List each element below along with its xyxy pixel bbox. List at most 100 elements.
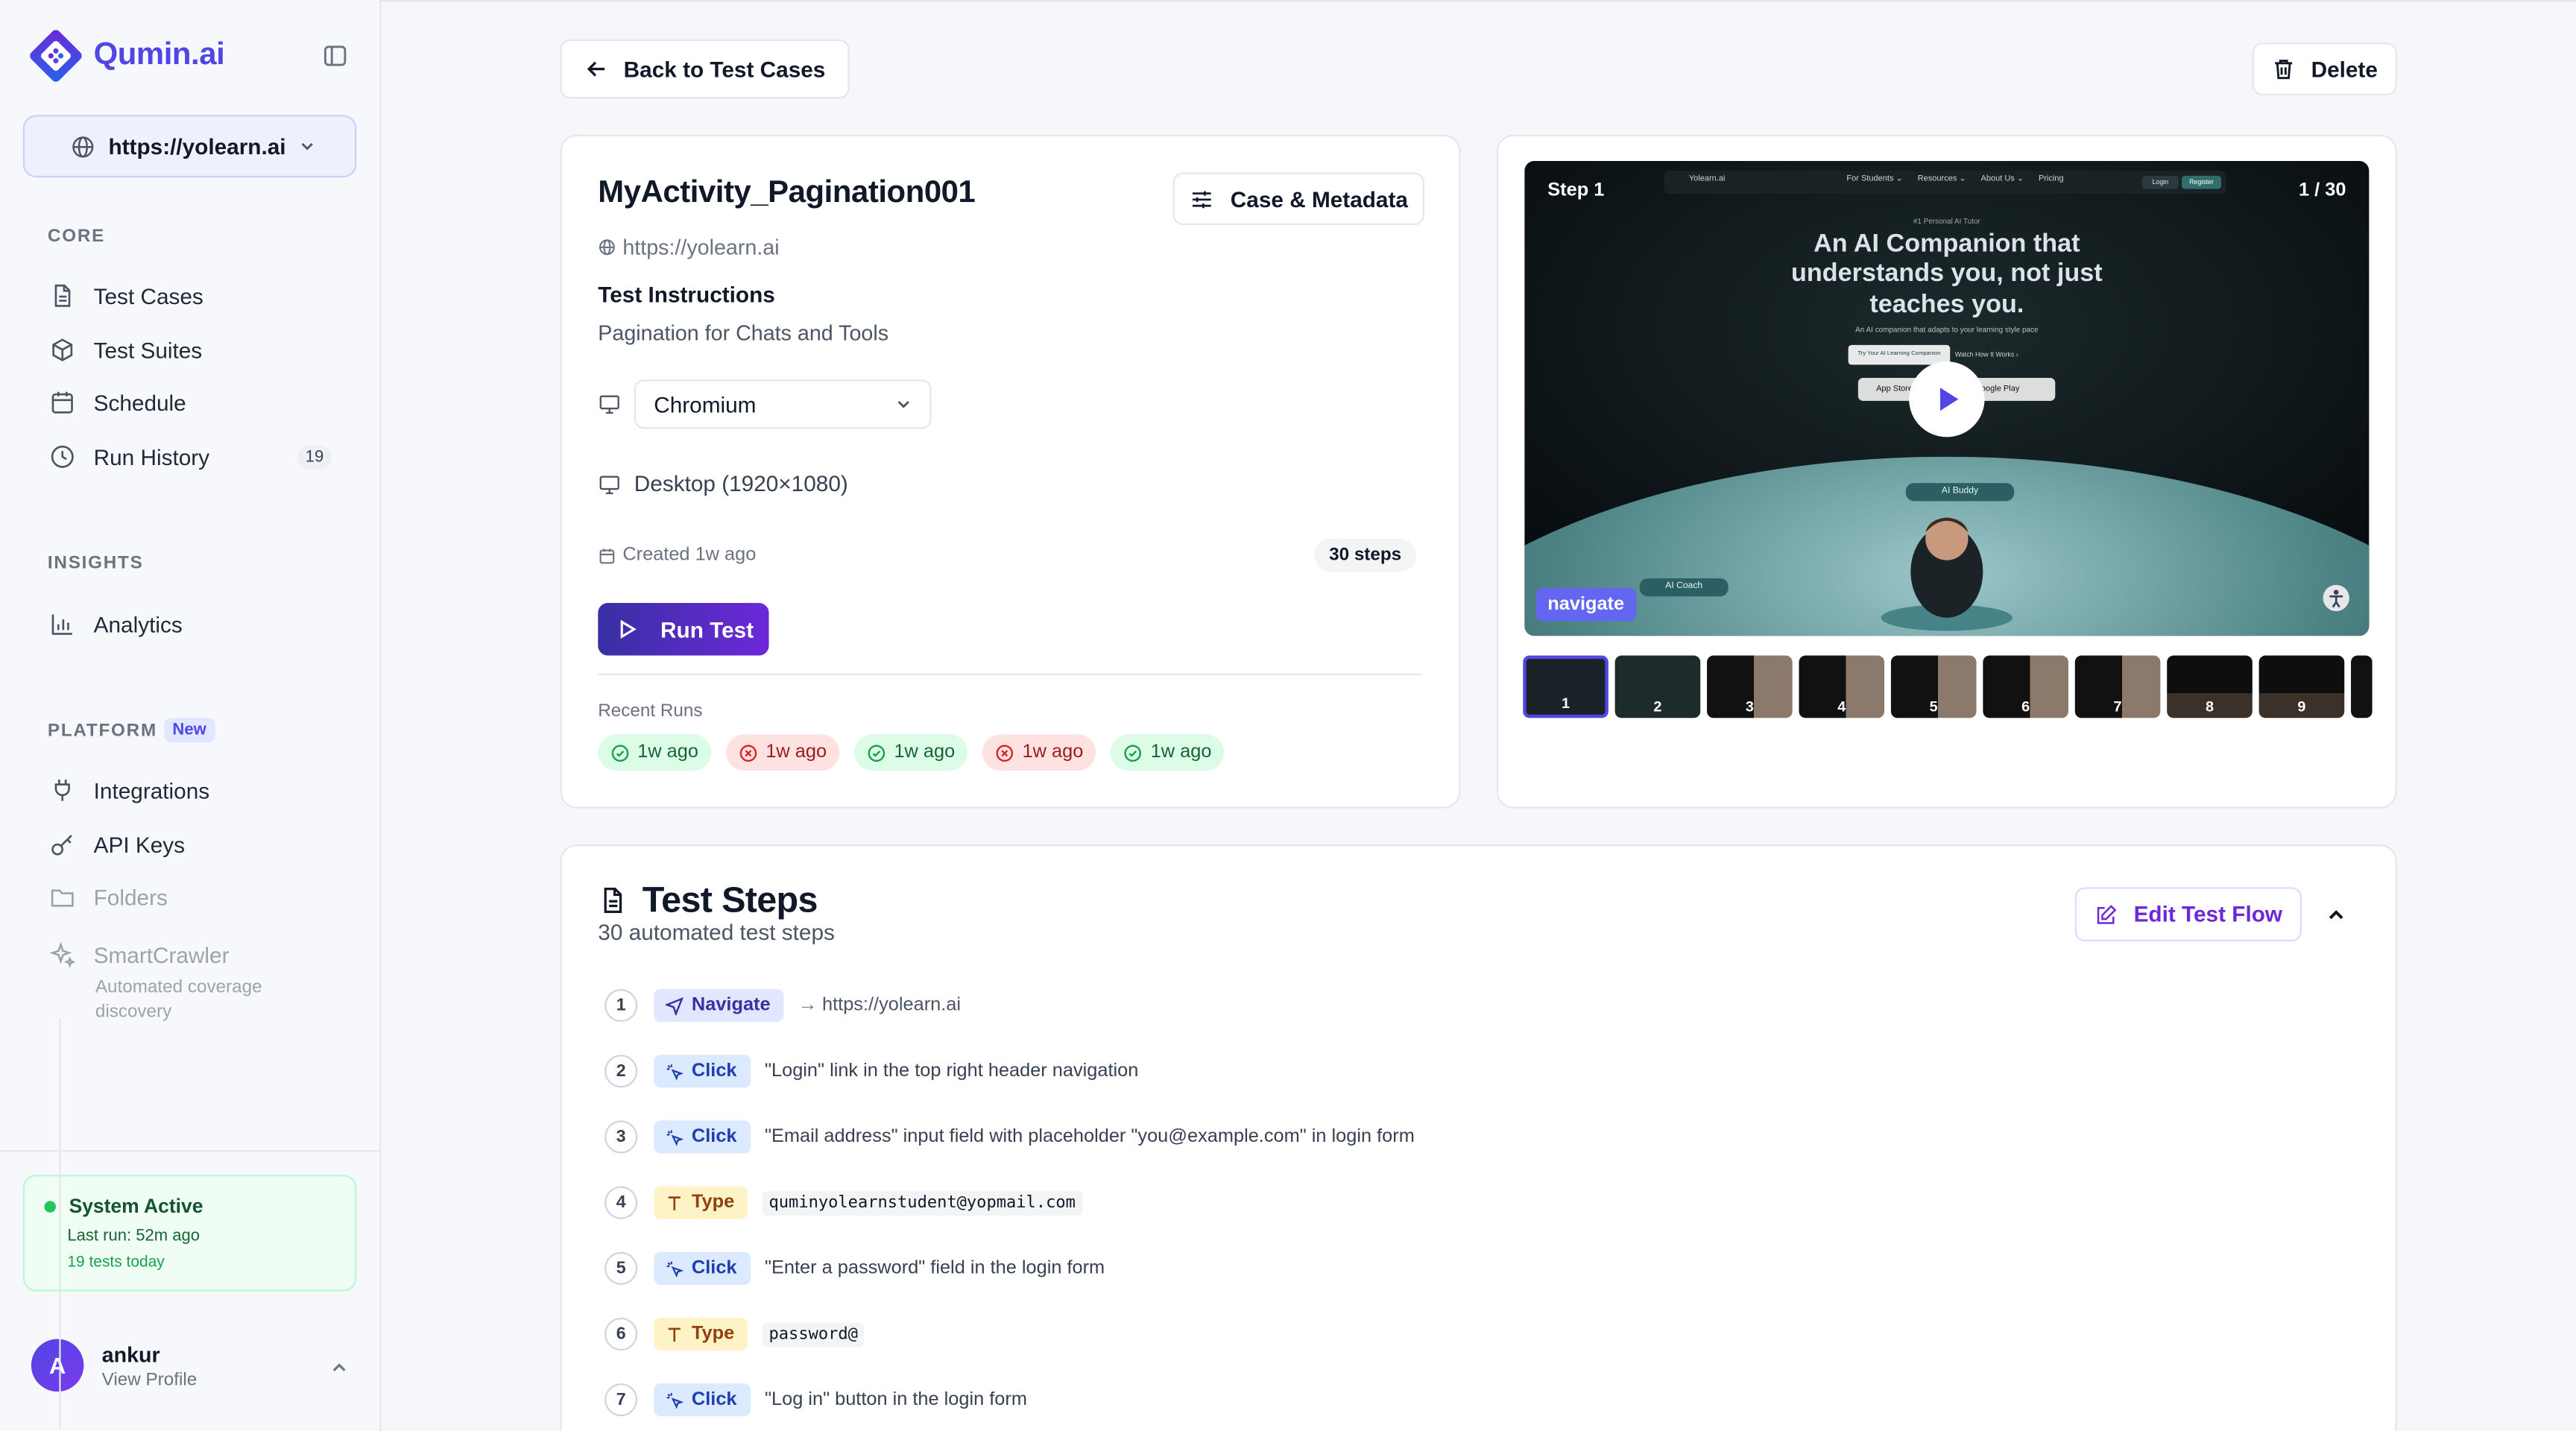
calendar-icon	[599, 548, 615, 563]
pointer-click-icon	[666, 1260, 684, 1277]
arrow-left-icon	[586, 61, 604, 77]
file-icon	[54, 284, 71, 307]
site-selector[interactable]: https://yolearn.ai	[22, 115, 357, 178]
sidebar-item-smartcrawler[interactable]: SmartCrawler	[49, 932, 341, 978]
action-badge-click: Click	[654, 1383, 751, 1417]
action-label: Type	[691, 1324, 735, 1345]
back-button[interactable]: Back to Test Cases	[560, 39, 850, 99]
step-number: 1	[604, 989, 638, 1023]
action-badge-type: Type	[654, 1317, 748, 1351]
folder-icon	[51, 889, 74, 907]
site-nav-links: For Students ⌄ Resources ⌄ About Us ⌄ Pr…	[1846, 174, 2063, 184]
step-row[interactable]: 4 Type quminyolearnstudent@yopmail.com	[604, 1183, 1082, 1222]
thumbnail-number: 5	[1929, 698, 1938, 715]
thumbnail-number: 2	[1653, 698, 1662, 715]
step-screenshot[interactable]: Yolearn.ai For Students ⌄ Resources ⌄ Ab…	[1524, 161, 2370, 636]
thumbnail-number: 1	[1561, 695, 1570, 712]
site-nav-register: Register	[2189, 177, 2214, 186]
run-test-label: Run Test	[660, 616, 754, 642]
accessibility-icon[interactable]	[2321, 584, 2351, 613]
test-steps-title: Test Steps	[598, 879, 818, 921]
sidebar-item-label: Schedule	[93, 390, 186, 415]
thumbnail[interactable]: 2	[1614, 655, 1701, 718]
thumbnail[interactable]: 9	[2258, 655, 2345, 718]
sidebar-item-folders[interactable]: Folders	[49, 874, 341, 920]
brand-logo[interactable]: Qumin.ai	[26, 26, 225, 85]
check-circle-icon	[1125, 744, 1142, 761]
site-nav-brand: Yolearn.ai	[1688, 174, 1726, 184]
run-pill-pass[interactable]: 1w ago	[854, 734, 968, 771]
sidebar-toggle-icon[interactable]	[322, 42, 348, 69]
thumbnail[interactable]: 7	[2074, 655, 2161, 718]
step-row[interactable]: 7 Click "Log in" button in the login for…	[604, 1380, 1027, 1420]
step-row[interactable]: 2 Click "Login" link in the top right he…	[604, 1052, 1138, 1091]
sidebar-item-test-cases[interactable]: Test Cases	[49, 273, 341, 319]
system-status-card: System Active Last run: 52m ago 19 tests…	[22, 1175, 357, 1292]
step-row[interactable]: 1 Navigate → https://yolearn.ai	[604, 986, 961, 1026]
browser-row: Chromium	[598, 379, 932, 429]
monitor-icon	[599, 395, 619, 414]
pointer-click-icon	[666, 1392, 684, 1409]
play-icon	[1940, 388, 1959, 411]
plug-icon	[54, 779, 70, 801]
package-icon	[52, 338, 73, 361]
back-button-label: Back to Test Cases	[623, 57, 826, 82]
run-pill-fail[interactable]: 1w ago	[726, 734, 840, 771]
sidebar-item-run-history[interactable]: Run History 19	[49, 434, 341, 480]
file-text-icon	[604, 888, 622, 913]
run-pill-fail[interactable]: 1w ago	[982, 734, 1096, 771]
thumbnail[interactable]: 3	[1707, 655, 1793, 718]
thumbnail[interactable]: 5	[1890, 655, 1977, 718]
run-test-button[interactable]: Run Test	[598, 603, 769, 656]
case-metadata-label: Case & Metadata	[1230, 186, 1408, 212]
hero-line-1: An AI Companion that	[1813, 230, 2080, 259]
section-label-insights: INSIGHTS	[47, 553, 144, 574]
test-steps-title-text: Test Steps	[642, 879, 818, 920]
step-description: "Log in" button in the login form	[765, 1389, 1027, 1410]
play-button[interactable]	[1909, 361, 1985, 437]
browser-select[interactable]: Chromium	[634, 379, 932, 429]
step-row[interactable]: 5 Click "Enter a password" field in the …	[604, 1248, 1105, 1288]
globe-icon	[72, 136, 94, 157]
sidebar-item-analytics[interactable]: Analytics	[49, 601, 341, 648]
sidebar-item-integrations[interactable]: Integrations	[49, 767, 341, 813]
thumbnail[interactable]: 4	[1799, 655, 1885, 718]
step-row[interactable]: 6 Type password@	[604, 1315, 865, 1354]
trash-icon	[2274, 60, 2292, 80]
step-label: Step 1	[1547, 180, 1605, 200]
run-pill-pass[interactable]: 1w ago	[598, 734, 712, 771]
user-profile[interactable]: A ankur View Profile	[31, 1339, 353, 1392]
ai-buddy-bubble: AI Buddy	[1905, 483, 2015, 502]
delete-button[interactable]: Delete	[2252, 42, 2397, 95]
hero-kicker: #1 Personal AI Tutor	[1913, 216, 1980, 226]
system-status: System Active	[69, 1194, 203, 1218]
run-pill-label: 1w ago	[1022, 742, 1084, 762]
chevron-down-icon	[301, 142, 313, 151]
recent-runs: 1w ago 1w ago 1w ago 1w ago 1w ago	[598, 734, 1240, 771]
sidebar-item-api-keys[interactable]: API Keys	[49, 821, 341, 868]
edit-test-flow-button[interactable]: Edit Test Flow	[2074, 887, 2302, 942]
action-label: Click	[691, 1258, 737, 1279]
step-row[interactable]: 3 Click "Email address" input field with…	[604, 1117, 1415, 1157]
case-metadata-button[interactable]: Case & Metadata	[1172, 172, 1424, 226]
chevron-up-icon[interactable]	[2326, 906, 2346, 925]
run-pill-label: 1w ago	[894, 742, 956, 762]
site-nav-link: Resources ⌄	[1917, 174, 1966, 184]
thumbnail[interactable]	[2351, 655, 2373, 718]
sidebar-item-label: SmartCrawler	[93, 942, 230, 967]
thumbnail-number: 8	[2205, 698, 2214, 715]
action-tag: navigate	[1535, 588, 1636, 622]
thumbnail[interactable]: 1	[1523, 655, 1609, 718]
profile-name: ankur	[101, 1341, 160, 1366]
sidebar-item-test-suites[interactable]: Test Suites	[49, 327, 341, 373]
typed-value: quminyolearnstudent@yopmail.com	[762, 1190, 1082, 1216]
thumbnail-strip[interactable]: 1 2 3 4 5 6 7 8 9	[1523, 655, 2373, 718]
viewport-info: Desktop (1920×1080)	[598, 472, 848, 496]
step-counter: 1 / 30	[2299, 180, 2346, 200]
sidebar-item-schedule[interactable]: Schedule	[49, 379, 341, 426]
run-pill-pass[interactable]: 1w ago	[1111, 734, 1225, 771]
thumbnail[interactable]: 6	[1983, 655, 2068, 718]
thumbnail[interactable]: 8	[2167, 655, 2253, 718]
test-case-url-text: https://yolearn.ai	[622, 235, 780, 260]
action-label: Click	[691, 1389, 737, 1410]
